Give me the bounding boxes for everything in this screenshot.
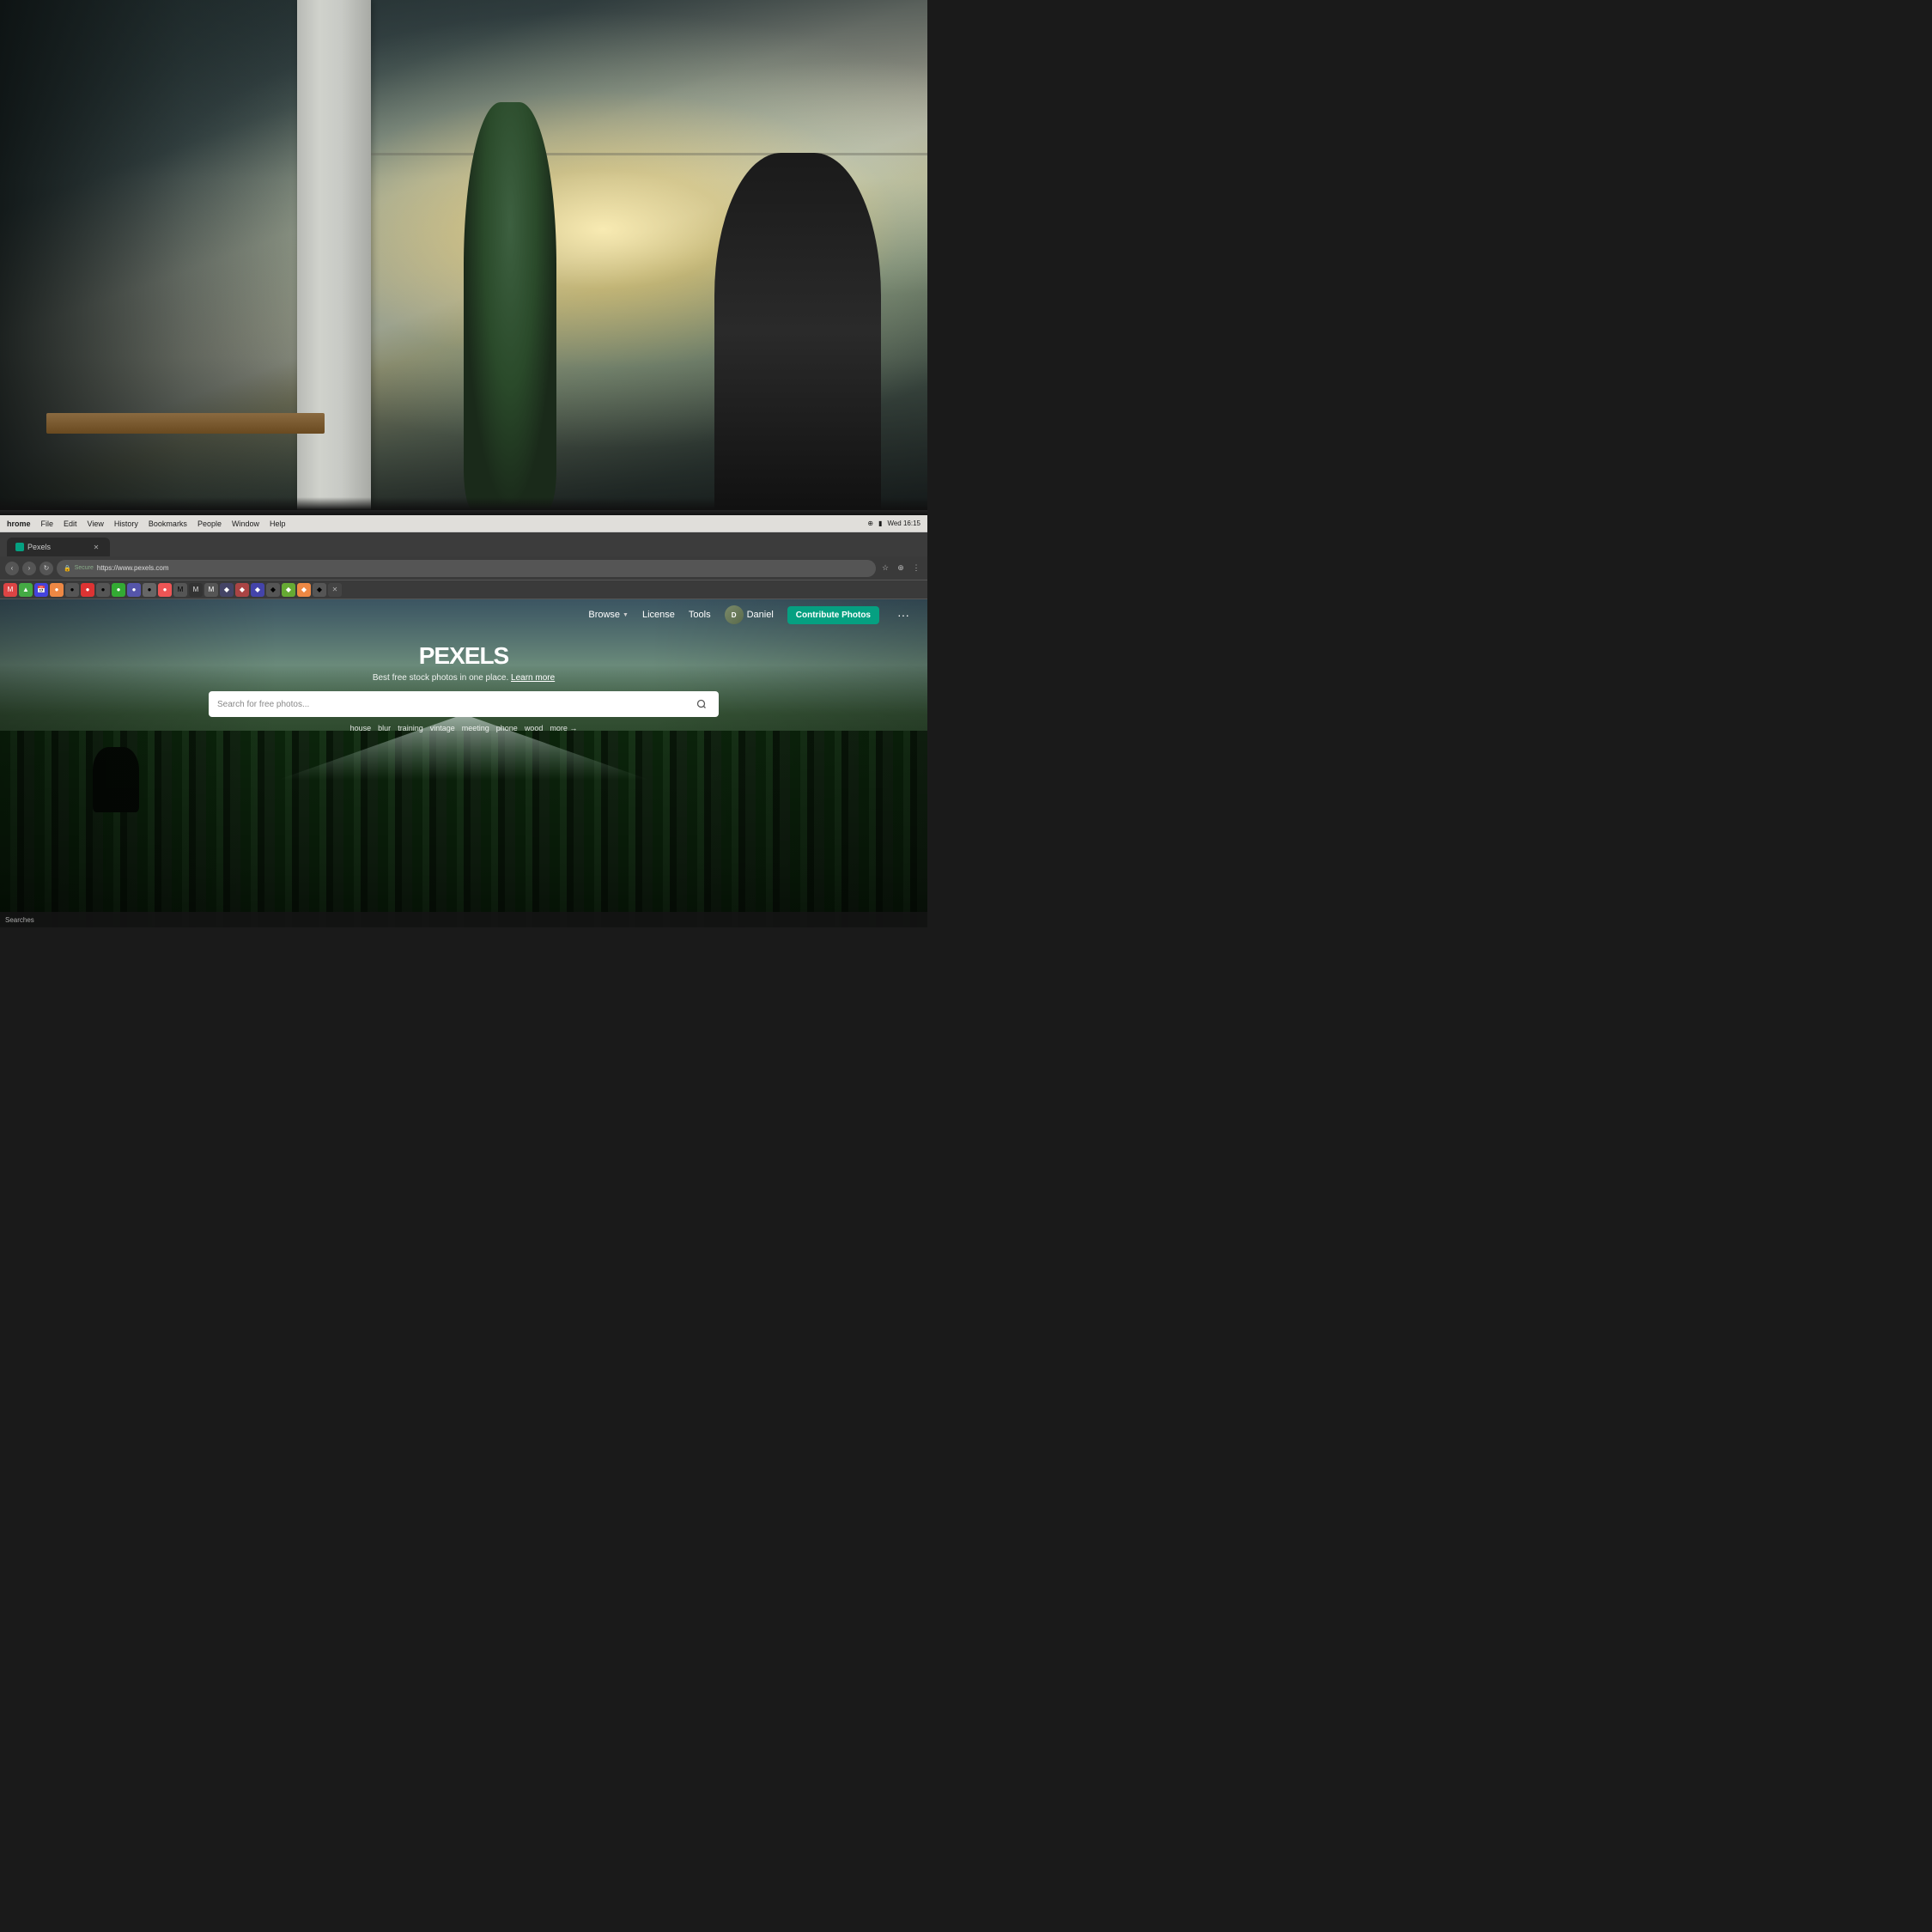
secure-label: Secure: [75, 565, 94, 571]
office-chair: [714, 153, 881, 510]
search-placeholder: Search for free photos...: [217, 700, 688, 709]
ext-15[interactable]: ◆: [266, 583, 280, 597]
nav-browse[interactable]: Browse ▼: [588, 610, 629, 620]
chrome-tabbar: Pexels ✕: [0, 532, 927, 556]
tag-training[interactable]: training: [398, 724, 423, 732]
monitor-area: hrome File Edit View History Bookmarks P…: [0, 510, 927, 927]
mac-menubar-right: ⊕ ▮ Wed 16:15: [867, 519, 920, 527]
tag-more[interactable]: more →: [550, 724, 577, 732]
office-plant: [464, 102, 556, 510]
back-button[interactable]: ‹: [5, 562, 19, 575]
tagline-text: Best free stock photos in one place.: [373, 673, 508, 683]
nav-license[interactable]: License: [642, 610, 675, 620]
menu-edit[interactable]: Edit: [64, 519, 77, 528]
taskbar: Searches: [0, 912, 927, 927]
tag-blur[interactable]: blur: [378, 724, 391, 732]
ext-11[interactable]: M: [204, 583, 218, 597]
bookmark-icon[interactable]: ☆: [879, 562, 891, 574]
url-bar[interactable]: 🔒 Secure https://www.pexels.com: [57, 560, 876, 577]
tools-label: Tools: [689, 610, 711, 620]
mac-menubar: hrome File Edit View History Bookmarks P…: [0, 515, 927, 532]
ext-3[interactable]: ●: [81, 583, 94, 597]
ext-6[interactable]: ●: [127, 583, 141, 597]
menu-window[interactable]: Window: [232, 519, 259, 528]
ext-4[interactable]: ●: [96, 583, 110, 597]
chrome-browser: hrome File Edit View History Bookmarks P…: [0, 515, 927, 927]
pexels-tags-row: house blur training vintage meeting phon…: [350, 724, 578, 732]
pexels-navbar: Browse ▼ License Tools D Daniel Contribu…: [0, 599, 927, 630]
browse-chevron: ▼: [623, 612, 629, 618]
app-name: hrome: [7, 519, 31, 528]
learn-more-link[interactable]: Learn more: [511, 673, 555, 683]
menu-history[interactable]: History: [114, 519, 138, 528]
searches-label: Searches: [5, 916, 34, 924]
ext-1[interactable]: ●: [50, 583, 64, 597]
url-text: https://www.pexels.com: [97, 564, 169, 572]
menu-file[interactable]: File: [41, 519, 54, 528]
menu-people[interactable]: People: [197, 519, 222, 528]
background-photo: [0, 0, 927, 510]
user-section: D Daniel: [725, 605, 774, 624]
license-label: License: [642, 610, 675, 620]
menu-icon[interactable]: ⋮: [910, 562, 922, 574]
tab-favicon: [15, 543, 24, 551]
search-icon[interactable]: [693, 696, 710, 713]
omnibar-right-icons: ☆ ⊕ ⋮: [879, 562, 922, 574]
clock: Wed 16:15: [887, 519, 920, 527]
ext-14[interactable]: ◆: [251, 583, 264, 597]
wifi-icon: ⊕: [867, 519, 873, 527]
menu-bookmarks[interactable]: Bookmarks: [149, 519, 187, 528]
tag-meeting[interactable]: meeting: [462, 724, 489, 732]
chrome-tab-pexels[interactable]: Pexels ✕: [7, 538, 110, 556]
user-avatar[interactable]: D: [725, 605, 744, 624]
ext-5[interactable]: ●: [112, 583, 125, 597]
monitor-bezel: [0, 497, 927, 510]
tag-wood[interactable]: wood: [525, 724, 544, 732]
pexels-nav-center: Browse ▼ License Tools D Daniel Contribu…: [588, 605, 914, 625]
office-table: [46, 413, 325, 434]
ext-9[interactable]: M: [173, 583, 187, 597]
menu-view[interactable]: View: [88, 519, 104, 528]
ext-12[interactable]: ◆: [220, 583, 234, 597]
ext-drive[interactable]: ▲: [19, 583, 33, 597]
ext-2[interactable]: ●: [65, 583, 79, 597]
more-options-button[interactable]: ···: [893, 605, 914, 625]
secure-icon: 🔒: [64, 565, 71, 572]
ext-gmail[interactable]: M: [3, 583, 17, 597]
tab-title: Pexels: [27, 543, 51, 551]
tab-close-button[interactable]: ✕: [91, 542, 101, 552]
menu-help[interactable]: Help: [270, 519, 286, 528]
tag-vintage[interactable]: vintage: [430, 724, 455, 732]
tag-house[interactable]: house: [350, 724, 372, 732]
nav-tools[interactable]: Tools: [689, 610, 711, 620]
pexels-search-bar[interactable]: Search for free photos...: [209, 691, 719, 717]
ext-13[interactable]: ◆: [235, 583, 249, 597]
pexels-logo: PEXELS: [419, 642, 508, 670]
ext-16[interactable]: ◆: [282, 583, 295, 597]
browse-label: Browse: [588, 610, 620, 620]
tag-phone[interactable]: phone: [496, 724, 518, 732]
battery-icon: ▮: [878, 519, 882, 527]
forward-button[interactable]: ›: [22, 562, 36, 575]
ext-10[interactable]: M: [189, 583, 203, 597]
pexels-tagline: Best free stock photos in one place. Lea…: [373, 673, 555, 683]
ext-7[interactable]: ●: [143, 583, 156, 597]
extensions-icon[interactable]: ⊕: [895, 562, 907, 574]
chrome-extensions-bar: M ▲ 📅 ● ● ● ● ● ● ● ● M M M ◆ ◆ ◆ ◆ ◆ ◆ …: [0, 580, 927, 599]
ceiling-beam: [371, 153, 927, 155]
ext-18[interactable]: ◆: [313, 583, 326, 597]
chrome-omnibar: ‹ › ↻ 🔒 Secure https://www.pexels.com ☆ …: [0, 556, 927, 580]
pexels-hero-content: PEXELS Best free stock photos in one pla…: [0, 632, 927, 732]
reload-button[interactable]: ↻: [39, 562, 53, 575]
contribute-photos-button[interactable]: Contribute Photos: [787, 606, 879, 624]
ext-8[interactable]: ●: [158, 583, 172, 597]
ext-calendar[interactable]: 📅: [34, 583, 48, 597]
user-name[interactable]: Daniel: [747, 610, 774, 620]
pexels-website: Browse ▼ License Tools D Daniel Contribu…: [0, 599, 927, 927]
ext-17[interactable]: ◆: [297, 583, 311, 597]
ext-close[interactable]: ✕: [328, 583, 342, 597]
